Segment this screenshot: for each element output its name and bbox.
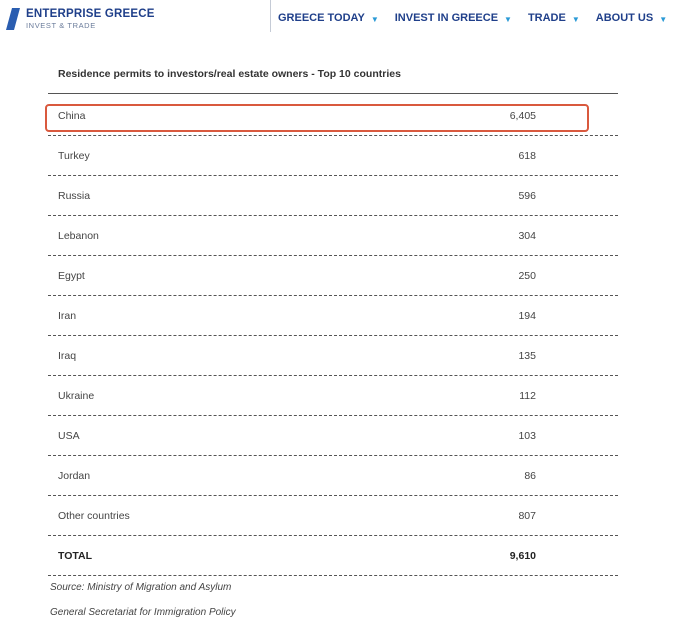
logo-name: ENTERPRISE GREECE	[26, 8, 155, 20]
title-rule	[48, 93, 618, 94]
nav-divider	[270, 0, 271, 32]
country-cell: Iraq	[58, 350, 77, 362]
value-cell: 618	[518, 150, 536, 162]
value-cell: 6,405	[509, 110, 536, 122]
enterprise-greece-logo[interactable]: ENTERPRISE GREECE INVEST & TRADE	[6, 8, 155, 31]
total-label: TOTAL	[58, 550, 93, 562]
source-line-secondary: General Secretariat for Immigration Poli…	[50, 607, 236, 618]
value-cell: 103	[518, 430, 536, 442]
total-value: 9,610	[509, 550, 536, 562]
value-cell: 194	[518, 310, 536, 322]
nav-trade[interactable]: TRADE ▼	[528, 12, 580, 24]
value-cell: 112	[519, 390, 536, 402]
chevron-down-icon: ▼	[571, 14, 580, 24]
table-row: Iran 194	[48, 296, 618, 336]
value-cell: 86	[524, 470, 536, 482]
table-row: Lebanon 304	[48, 216, 618, 256]
value-cell: 250	[518, 270, 536, 282]
total-row: TOTAL 9,610	[48, 536, 618, 576]
table-row: Russia 596	[48, 176, 618, 216]
value-cell: 596	[518, 190, 536, 202]
country-cell: Jordan	[58, 470, 91, 482]
nav-label: TRADE	[527, 12, 566, 24]
chevron-down-icon: ▼	[504, 14, 512, 24]
table-row: Other countries 807	[48, 496, 618, 536]
table-row: Jordan 86	[48, 456, 618, 496]
country-cell: USA	[58, 430, 80, 442]
table-row: USA 103	[48, 416, 618, 456]
table-row: Ukraine 112	[48, 376, 618, 416]
table-row: China 6,405	[48, 96, 618, 136]
country-cell: Lebanon	[58, 230, 99, 242]
country-cell: Iran	[58, 310, 77, 322]
permits-table: China 6,405 Turkey 618 Russia 596 Lebano…	[48, 96, 618, 576]
nav-greece-today[interactable]: GREECE TODAY ▼	[278, 12, 379, 24]
chevron-down-icon: ▼	[370, 14, 379, 24]
site-header: ENTERPRISE GREECE INVEST & TRADE GREECE …	[0, 0, 680, 40]
table-row: Iraq 135	[48, 336, 618, 376]
country-cell: China	[58, 110, 86, 122]
country-cell: Russia	[58, 190, 91, 202]
source-line: Source: Ministry of Migration and Asylum	[50, 582, 232, 593]
country-cell: Egypt	[58, 270, 85, 282]
table-row: Egypt 250	[48, 256, 618, 296]
value-cell: 807	[518, 510, 536, 522]
value-cell: 135	[518, 350, 536, 362]
logo-tagline: INVEST & TRADE	[26, 21, 96, 30]
nav-label: ABOUT US	[595, 12, 654, 24]
chevron-down-icon: ▼	[659, 14, 668, 24]
value-cell: 304	[518, 230, 536, 242]
main-nav: GREECE TODAY ▼ INVEST IN GREECE ▼ TRADE …	[278, 12, 680, 24]
nav-label: GREECE TODAY	[278, 12, 365, 24]
country-cell: Turkey	[58, 150, 90, 162]
country-cell: Ukraine	[58, 390, 95, 402]
table-row: Turkey 618	[48, 136, 618, 176]
country-cell: Other countries	[58, 510, 130, 522]
table-title: Residence permits to investors/real esta…	[58, 68, 401, 80]
nav-invest-in-greece[interactable]: INVEST IN GREECE ▼	[395, 12, 512, 24]
logo-mark-icon	[6, 8, 20, 30]
nav-label: INVEST IN GREECE	[394, 12, 499, 24]
nav-about-us[interactable]: ABOUT US ▼	[596, 12, 667, 24]
